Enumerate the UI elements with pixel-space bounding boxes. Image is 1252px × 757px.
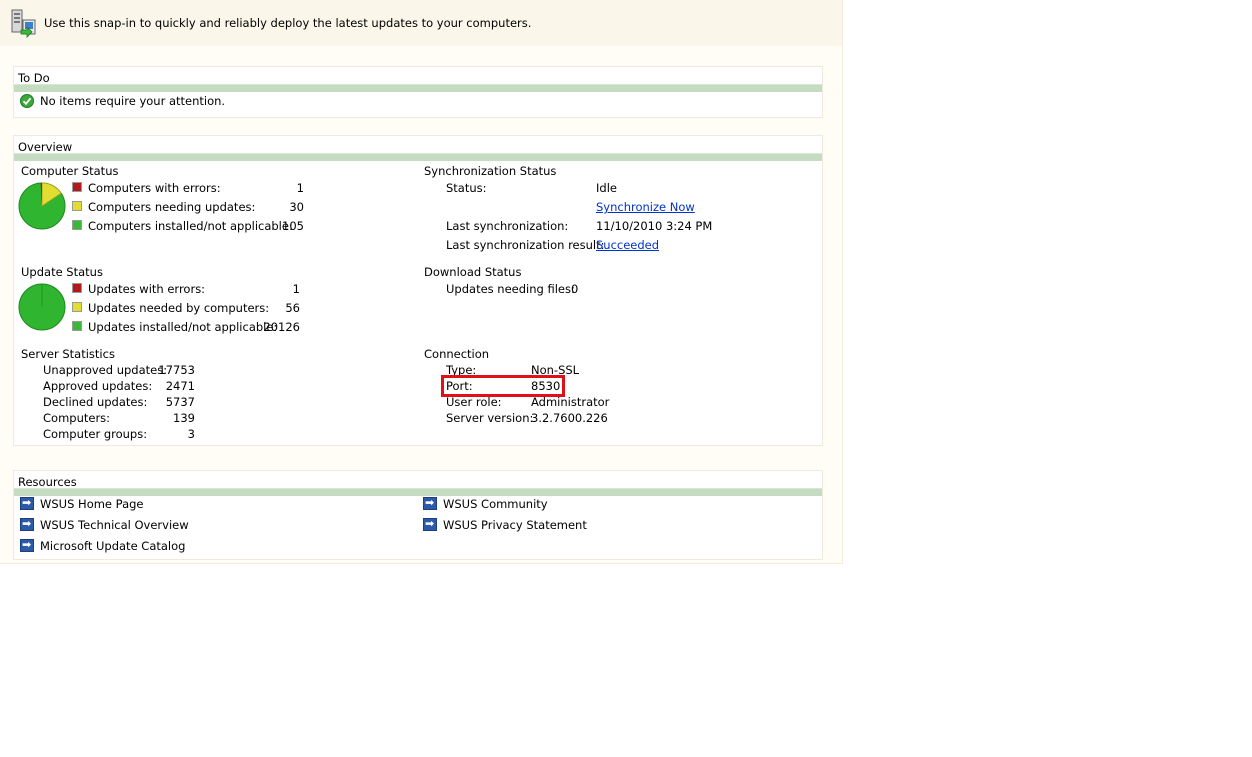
server-version-value: 3.2.7600.226	[531, 411, 608, 425]
stat-value: 17753	[158, 363, 195, 377]
legend-needing-swatch	[72, 201, 82, 211]
microsoft-update-catalog-link[interactable]: Microsoft Update Catalog	[40, 539, 185, 553]
update-status-title: Update Status	[21, 265, 103, 279]
stat-label: Declined updates:	[43, 395, 148, 409]
computers-needing-value: 30	[289, 200, 304, 214]
stat-label: Computers:	[43, 411, 111, 425]
arrow-link-icon: ➡	[20, 538, 34, 552]
updates-installed-label: Updates installed/not applicable:	[88, 320, 278, 334]
stat-value: 5737	[165, 395, 195, 409]
updates-needed-label: Updates needed by computers:	[88, 301, 270, 315]
todo-message: No items require your attention.	[40, 94, 226, 108]
sync-status-value: Idle	[596, 181, 617, 195]
resources-header: Resources	[14, 471, 822, 496]
stat-value: 139	[173, 411, 195, 425]
wsus-community-link[interactable]: WSUS Community	[443, 497, 548, 511]
resources-title: Resources	[18, 475, 77, 489]
stat-value: 3	[187, 427, 195, 441]
legend-installed-swatch	[72, 220, 82, 230]
updates-errors-label: Updates with errors:	[88, 282, 206, 296]
wsus-server-icon	[11, 9, 36, 38]
resources-section: Resources ➡ WSUS Home Page ➡ WSUS Techni…	[13, 470, 823, 560]
legend-needing-swatch	[72, 302, 82, 312]
arrow-link-icon: ➡	[423, 496, 437, 510]
todo-section: To Do No items require your attention.	[13, 66, 823, 118]
stat-label: Computer groups:	[43, 427, 148, 441]
banner: Use this snap-in to quickly and reliably…	[0, 0, 842, 46]
arrow-link-icon: ➡	[20, 496, 34, 510]
legend-installed-swatch	[72, 321, 82, 331]
overview-section: Overview Computer Status Computers with …	[13, 135, 823, 446]
wsus-privacy-statement-link[interactable]: WSUS Privacy Statement	[443, 518, 587, 532]
sync-status-title: Synchronization Status	[424, 164, 557, 178]
connection-role-label: User role:	[446, 395, 502, 409]
check-icon	[20, 94, 34, 108]
updates-installed-value: 20126	[263, 320, 300, 334]
server-version-label: Server version:	[446, 411, 534, 425]
computer-status-pie	[18, 182, 66, 230]
last-sync-value: 11/10/2010 3:24 PM	[596, 219, 713, 233]
legend-errors-swatch	[72, 283, 82, 293]
update-status-pie	[18, 283, 66, 331]
section-divider	[14, 488, 822, 496]
last-sync-label: Last synchronization:	[446, 219, 569, 233]
stat-label: Approved updates:	[43, 379, 153, 393]
wsus-snapin-panel: Use this snap-in to quickly and reliably…	[0, 0, 843, 564]
updates-needing-files-value: 0	[571, 282, 579, 296]
server-statistics-title: Server Statistics	[21, 347, 115, 361]
stat-value: 2471	[165, 379, 195, 393]
section-divider	[14, 84, 822, 92]
todo-header: To Do	[14, 67, 822, 92]
stat-label: Unapproved updates:	[43, 363, 168, 377]
last-sync-result-label: Last synchronization result:	[446, 238, 605, 252]
wsus-home-page-link[interactable]: WSUS Home Page	[40, 497, 144, 511]
sync-result-link[interactable]: Succeeded	[596, 238, 659, 252]
banner-text: Use this snap-in to quickly and reliably…	[44, 16, 532, 30]
updates-needed-value: 56	[285, 301, 300, 315]
computers-errors-label: Computers with errors:	[88, 181, 221, 195]
computers-errors-value: 1	[296, 181, 304, 195]
arrow-link-icon: ➡	[20, 517, 34, 531]
section-divider	[14, 153, 822, 161]
updates-errors-value: 1	[292, 282, 300, 296]
legend-errors-swatch	[72, 182, 82, 192]
overview-title: Overview	[18, 140, 73, 154]
wsus-technical-overview-link[interactable]: WSUS Technical Overview	[40, 518, 189, 532]
computers-needing-label: Computers needing updates:	[88, 200, 256, 214]
port-highlight-box	[441, 375, 565, 397]
connection-role-value: Administrator	[531, 395, 610, 409]
todo-title: To Do	[18, 71, 50, 85]
overview-header: Overview	[14, 136, 822, 161]
connection-title: Connection	[424, 347, 490, 361]
arrow-link-icon: ➡	[423, 517, 437, 531]
computers-installed-label: Computers installed/not applicable:	[88, 219, 293, 233]
download-status-title: Download Status	[424, 265, 522, 279]
synchronize-now-link[interactable]: Synchronize Now	[596, 200, 695, 214]
computer-status-title: Computer Status	[21, 164, 119, 178]
computers-installed-value: 105	[282, 219, 304, 233]
sync-status-label: Status:	[446, 181, 487, 195]
updates-needing-files-label: Updates needing files:	[446, 282, 575, 296]
